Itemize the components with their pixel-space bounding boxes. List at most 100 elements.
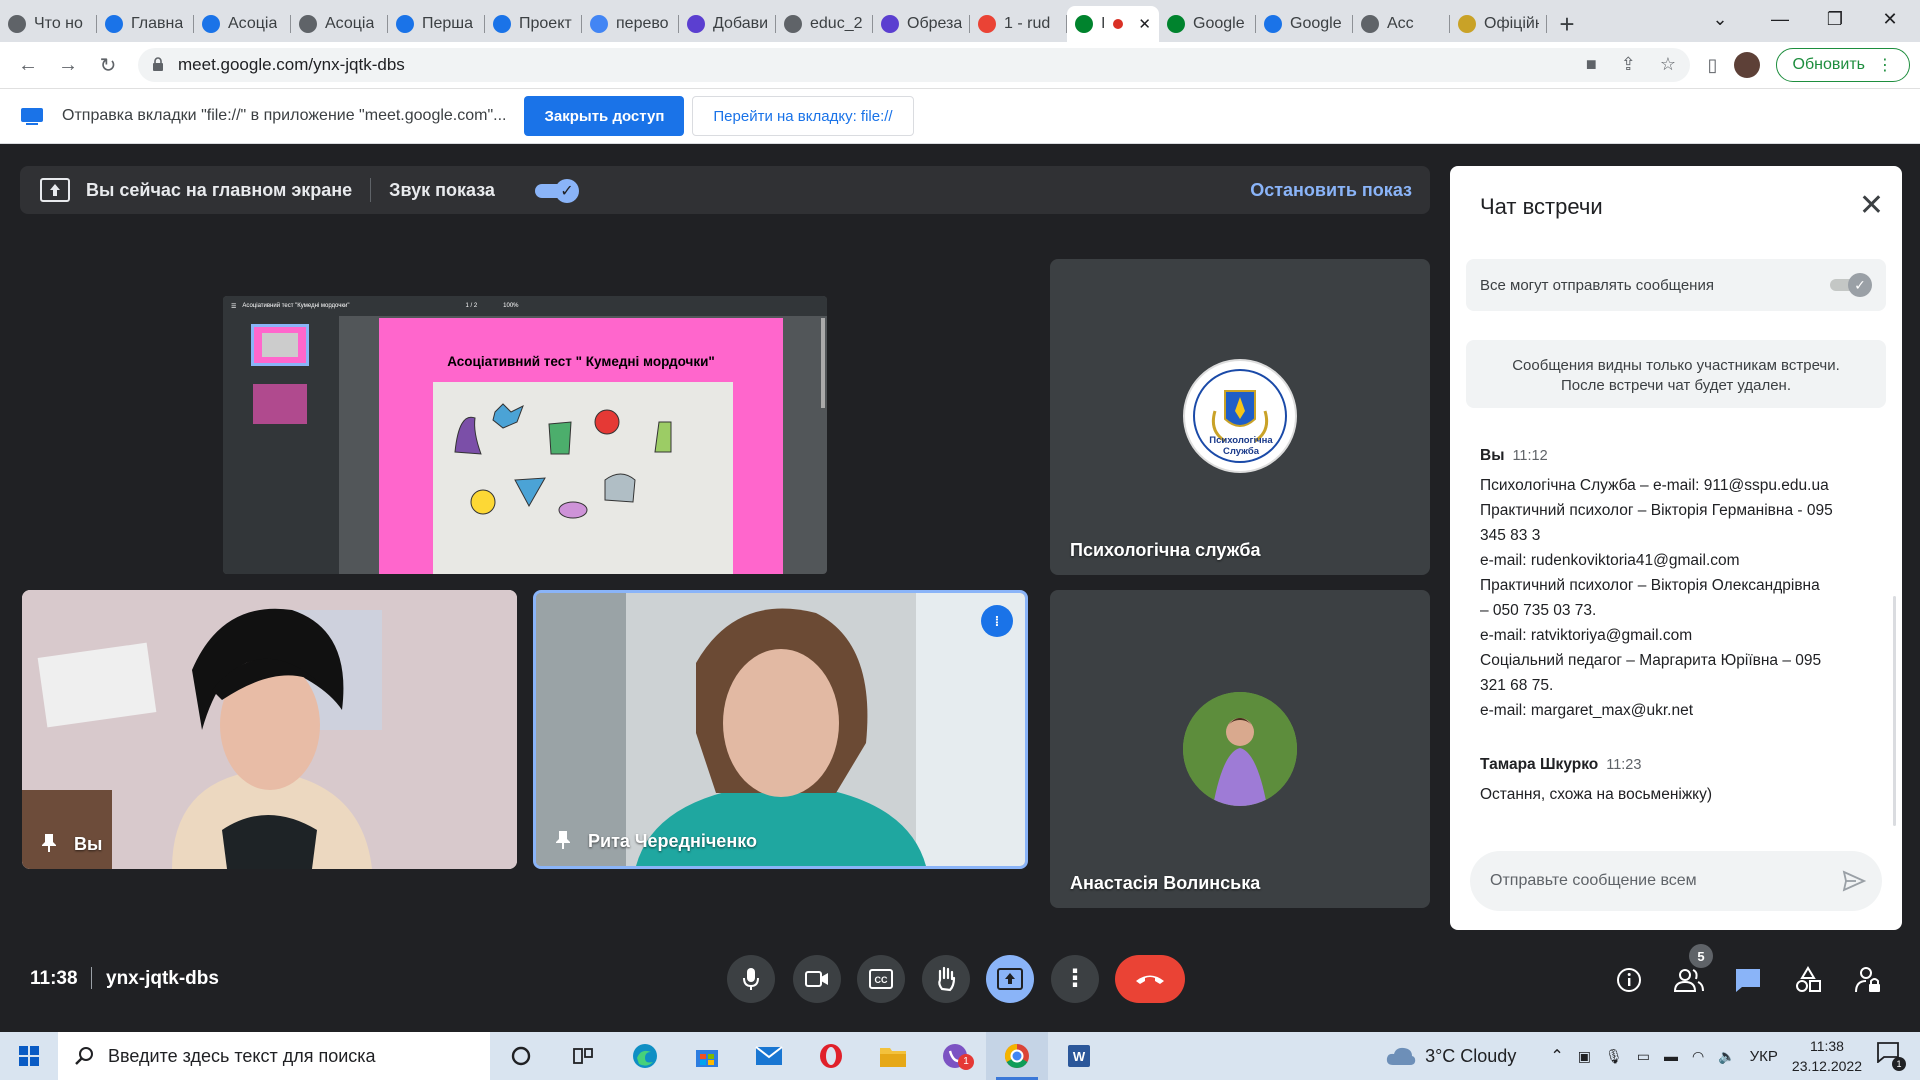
tab-search-icon[interactable]: ⌄ [1690,0,1750,38]
network-device-icon[interactable]: ▣ [1578,1048,1591,1065]
update-button[interactable]: Обновить ⋮ [1775,48,1910,82]
lock-icon[interactable] [152,57,164,71]
chat-message-input[interactable]: Отправьте сообщение всем [1470,851,1882,911]
edge-icon[interactable] [614,1032,676,1080]
participant-tile-you[interactable]: Вы [22,590,517,869]
camera-button[interactable] [793,955,841,1003]
taskbar-search[interactable]: Введите здесь текст для поиска [58,1032,490,1080]
browser-tab[interactable]: Добави [679,6,776,42]
share-icon[interactable]: ⇪ [1621,54,1636,75]
back-icon[interactable]: ← [10,47,46,83]
close-window-button[interactable]: ✕ [1860,0,1920,38]
viber-icon[interactable]: 1 [924,1032,986,1080]
pin-icon[interactable] [42,834,56,852]
page-thumbnail-2[interactable] [253,384,307,424]
activities-button[interactable] [1793,965,1823,995]
close-icon[interactable]: ✕ [1859,188,1884,223]
new-tab-button[interactable]: + [1547,6,1587,42]
browser-tab[interactable]: Обреза [873,6,970,42]
participant-tile-rita[interactable]: ⁞ Рита Чередніченко [533,590,1028,869]
browser-tab[interactable]: Офіційні [1450,6,1547,42]
browser-tab[interactable]: Асоціа [291,6,388,42]
notice-line: Сообщения видны только участникам встреч… [1512,357,1840,374]
present-now-button[interactable] [986,955,1034,1003]
viewer-scrollbar[interactable] [821,318,825,408]
browser-tab[interactable]: Главна [97,6,194,42]
volume-icon[interactable]: 🔈 [1718,1048,1735,1065]
browser-tab[interactable]: Google [1256,6,1353,42]
url-text: meet.google.com/ynx-jqtk-dbs [178,55,405,74]
sound-toggle[interactable]: ✓ [534,179,579,203]
language-indicator[interactable]: УКР [1750,1048,1778,1065]
chat-button[interactable] [1733,965,1763,995]
url-bar[interactable]: meet.google.com/ynx-jqtk-dbs ■ ⇪ ☆ [138,48,1690,82]
browser-tab[interactable]: Асоціа [194,6,291,42]
close-tab-icon[interactable]: ✕ [1138,15,1151,33]
browser-tab[interactable]: 1 - rud [970,6,1067,42]
wifi-icon[interactable]: ◠ [1692,1048,1704,1065]
weather-widget[interactable]: 3°C Cloudy [1385,1045,1516,1067]
forward-icon[interactable]: → [50,47,86,83]
globe-icon [1361,15,1379,33]
chat-scrollbar[interactable] [1893,596,1896,826]
browser-tab[interactable]: Google [1159,6,1256,42]
datetime[interactable]: 11:38 23.12.2022 [1792,1036,1862,1076]
camera-icon[interactable]: ■ [1586,54,1597,75]
pin-icon[interactable] [556,831,570,849]
task-view-icon[interactable] [552,1032,614,1080]
screen-share-tile[interactable]: ☰ Асоціативний тест "Кумедні мордочки" 1… [223,296,827,574]
menu-icon[interactable]: ☰ [231,303,236,310]
chrome-icon[interactable] [986,1032,1048,1080]
start-button[interactable] [0,1032,58,1080]
display-icon[interactable]: ▭ [1637,1048,1650,1065]
browser-tab[interactable]: перево [582,6,679,42]
stop-presenting-button[interactable]: Остановить показ [1250,180,1412,201]
opera-icon[interactable] [800,1032,862,1080]
send-icon[interactable] [1842,869,1866,893]
message-line: 345 83 3 [1480,527,1541,544]
microphone-button[interactable] [727,955,775,1003]
reload-icon[interactable]: ↻ [90,47,126,83]
browser-tab[interactable]: Acc [1353,6,1450,42]
leave-call-button[interactable] [1115,955,1185,1003]
raise-hand-button[interactable] [922,955,970,1003]
bookmark-star-icon[interactable]: ☆ [1660,54,1676,75]
file-explorer-icon[interactable] [862,1032,924,1080]
infobar-message: Отправка вкладки "file://" в приложение … [62,107,507,124]
minimize-button[interactable]: — [1750,0,1810,38]
battery-icon[interactable]: ▬ [1664,1048,1678,1064]
mail-icon[interactable] [738,1032,800,1080]
meeting-details-button[interactable] [1614,965,1644,995]
chevron-up-icon[interactable]: ⌃ [1550,1046,1563,1066]
browser-tab[interactable]: Что но [0,6,97,42]
camera-icon [805,971,828,987]
allow-messages-toggle[interactable]: ✓ [1830,273,1872,297]
message-line: Психологічна Служба – e-mail: 911@sspu.e… [1480,477,1829,494]
browser-tab[interactable]: I ✕ [1067,6,1159,42]
globe-icon [299,15,317,33]
message-sender: Тамара Шкурко [1480,756,1599,773]
goto-tab-button[interactable]: Перейти на вкладку: file:// [692,96,914,136]
word-icon[interactable]: W [1048,1032,1110,1080]
viewer-page: 1 / 2 [465,303,478,309]
microphone-tray-icon[interactable]: 🎙 [1605,1048,1623,1065]
browser-tab[interactable]: educ_2 [776,6,873,42]
participant-tile-service[interactable]: Психологічна Служба Психологічна служба [1050,259,1430,575]
close-access-button[interactable]: Закрыть доступ [524,96,685,136]
store-icon[interactable] [676,1032,738,1080]
captions-button[interactable]: CC [857,955,905,1003]
participant-tile-anastasia[interactable]: Анастасія Волинська [1050,590,1430,908]
more-options-button[interactable]: ⋮ [1051,955,1099,1003]
people-button[interactable] [1674,965,1704,995]
maximize-button[interactable]: ❐ [1805,0,1865,38]
page-thumbnail-1[interactable] [251,324,309,366]
notification-center-icon[interactable]: 1 [1876,1041,1906,1071]
sidebar-icon[interactable]: ▯ [1708,55,1718,76]
host-controls-button[interactable] [1853,965,1883,995]
browser-tab[interactable]: Перша [388,6,485,42]
slide-page: Асоціативний тест " Кумедні мордочки" [379,318,783,574]
cortana-icon[interactable] [490,1032,552,1080]
profile-avatar[interactable] [1733,52,1760,78]
browser-tab[interactable]: Проект [485,6,582,42]
participant-name: Анастасія Волинська [1070,873,1261,893]
